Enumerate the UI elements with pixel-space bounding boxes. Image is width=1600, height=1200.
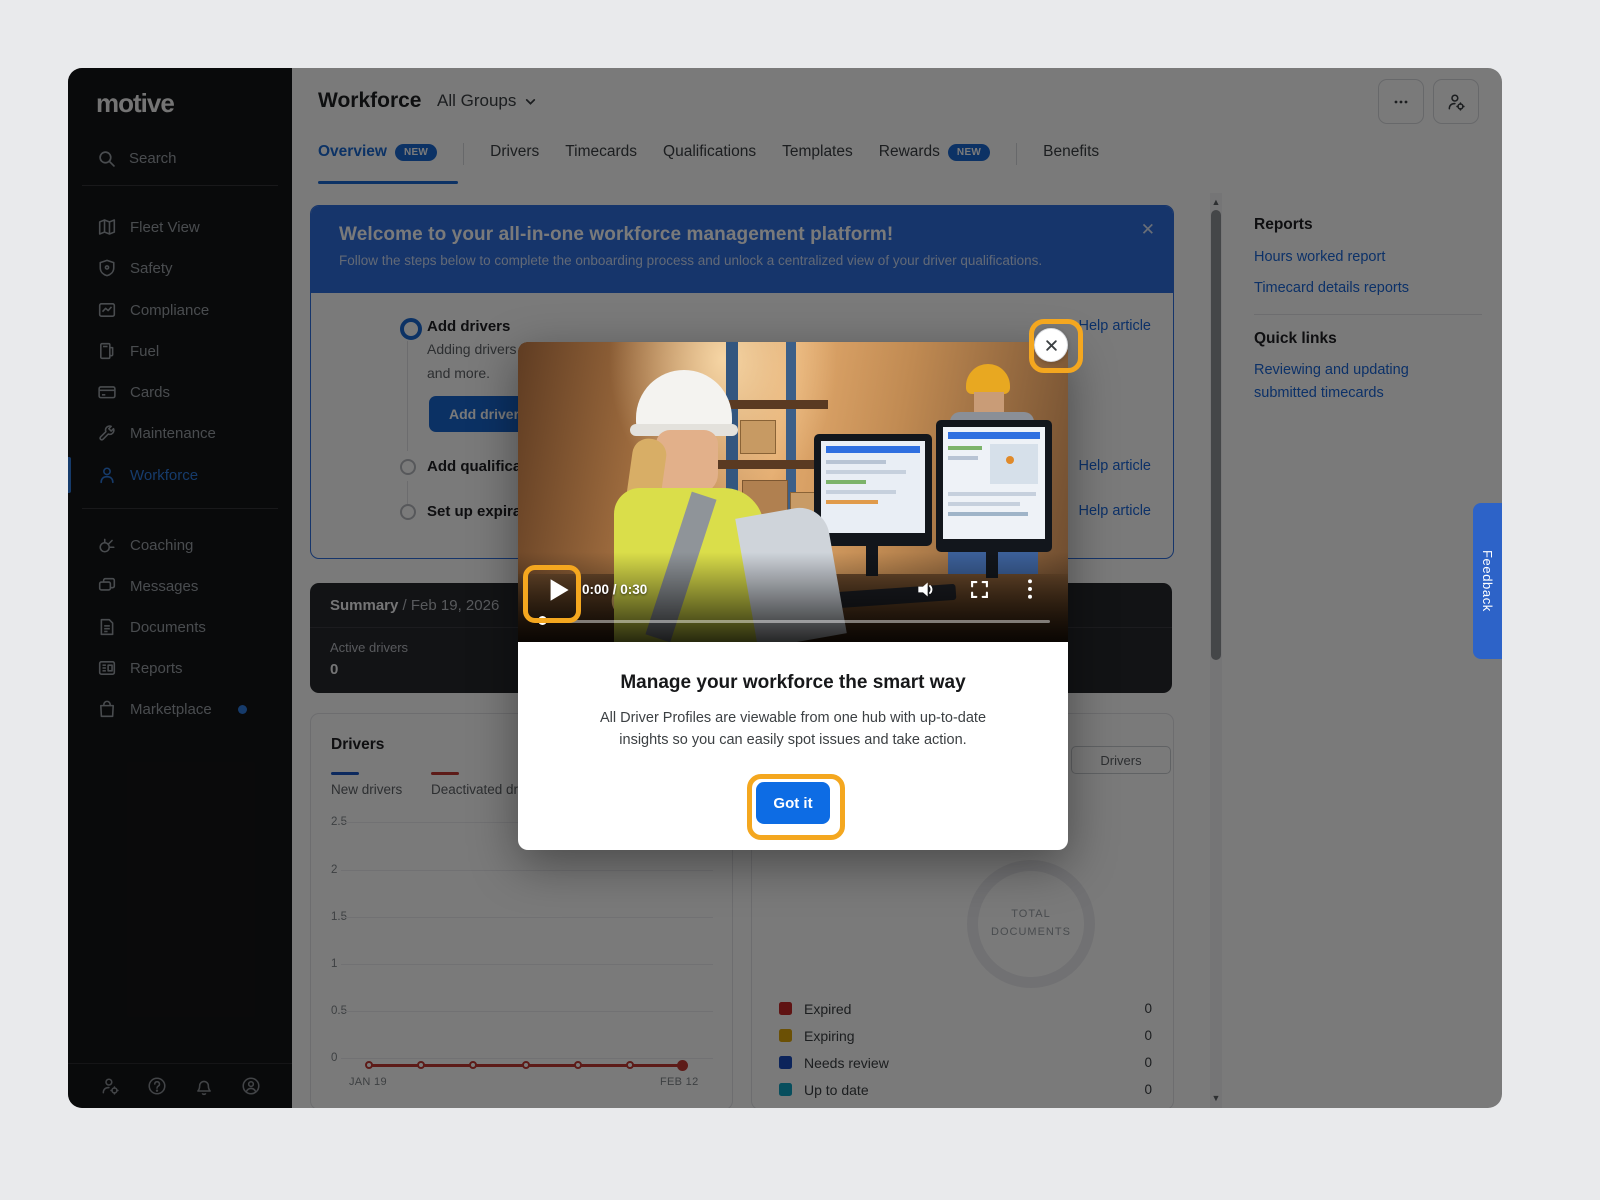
scene-screen-bar <box>826 446 920 453</box>
modal-close-button[interactable] <box>1034 328 1068 362</box>
scene-screen-line <box>948 456 978 460</box>
app-window: motive Search Fleet View Safety Complian… <box>68 68 1502 1108</box>
scene-screen-bar <box>948 432 1040 439</box>
modal-body: All Driver Profiles are viewable from on… <box>563 707 1023 751</box>
scene-map-pin <box>1006 456 1014 464</box>
scene-screen-line <box>826 470 906 474</box>
scene-screen-line <box>948 502 1020 506</box>
scene-screen-map <box>990 444 1038 484</box>
scene-shelf-beam <box>708 460 828 469</box>
scene-screen-line <box>826 490 896 494</box>
scene-screen-line <box>826 480 866 484</box>
fullscreen-icon[interactable] <box>970 580 989 599</box>
onboarding-video-modal: 0:00 / 0:30 Manage your workforce the sm… <box>518 342 1068 850</box>
scene-worker-head <box>974 392 1004 414</box>
video-player[interactable]: 0:00 / 0:30 <box>518 342 1068 642</box>
scene-screen-line <box>948 492 1036 496</box>
video-time: 0:00 / 0:30 <box>582 582 647 597</box>
modal-body-line2: insights so you can easily spot issues a… <box>619 732 966 748</box>
scene-screen-line <box>826 460 886 464</box>
feedback-label: Feedback <box>1480 550 1495 612</box>
feedback-tab[interactable]: Feedback <box>1473 503 1502 659</box>
modal-body-line1: All Driver Profiles are viewable from on… <box>600 710 986 726</box>
got-it-button[interactable]: Got it <box>756 782 830 824</box>
video-progress-bar[interactable] <box>536 620 1050 623</box>
scene-screen-line <box>948 512 1028 516</box>
scene-box <box>740 420 776 454</box>
play-icon[interactable] <box>548 578 570 602</box>
close-icon <box>1045 339 1058 352</box>
video-progress-handle[interactable] <box>538 616 547 625</box>
scene-screen-line <box>826 500 878 504</box>
volume-icon[interactable] <box>916 579 937 600</box>
modal-title: Manage your workforce the smart way <box>518 672 1068 694</box>
kebab-menu-icon[interactable] <box>1021 578 1039 600</box>
scene-monitor-left-screen <box>821 441 925 533</box>
scene-screen-line <box>948 446 982 450</box>
